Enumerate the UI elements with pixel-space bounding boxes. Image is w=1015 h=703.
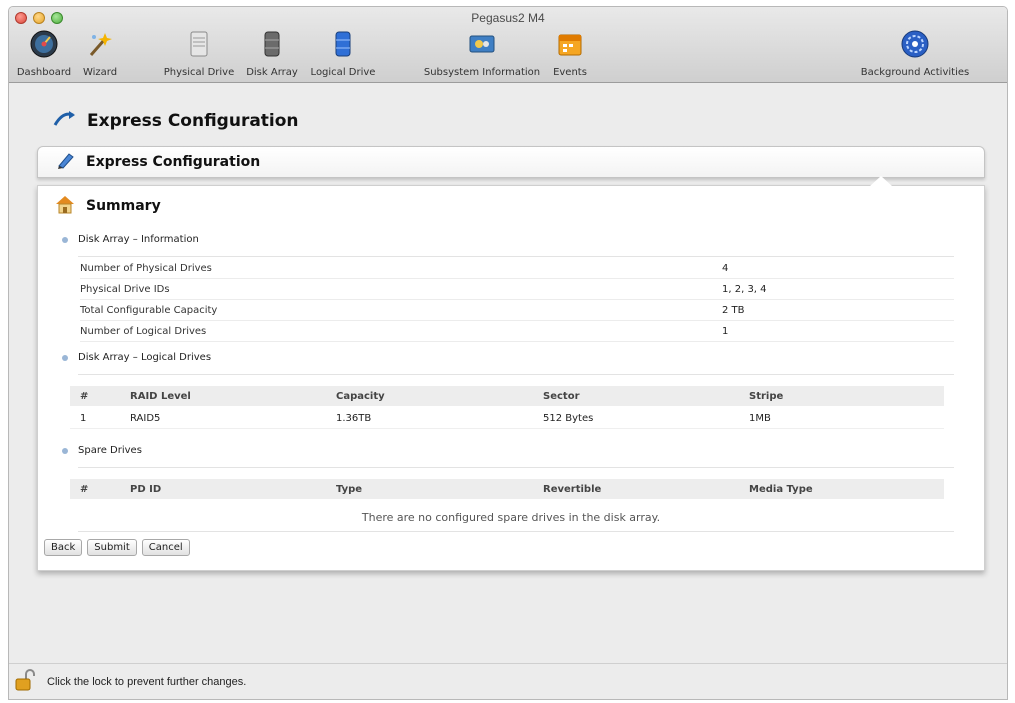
- spare-drives-empty-message: There are no configured spare drives in …: [361, 511, 661, 524]
- status-bar: Click the lock to prevent further change…: [9, 663, 1007, 699]
- logical-drive-icon: [328, 29, 358, 59]
- info-row: Total Configurable Capacity 2 TB: [80, 301, 954, 321]
- divider: [78, 374, 954, 375]
- action-buttons: Back Submit Cancel: [44, 539, 190, 556]
- toolbar-events-label: Events: [553, 67, 587, 78]
- summary-house-icon: [54, 194, 76, 218]
- toolbar-background-activities[interactable]: Background Activities: [855, 29, 975, 78]
- express-config-icon: [53, 109, 77, 133]
- divider: [78, 467, 954, 468]
- summary-panel: Summary Disk Array – Information Number …: [37, 176, 985, 571]
- info-row: Number of Physical Drives 4: [80, 259, 954, 279]
- toolbar-wizard[interactable]: Wizard: [77, 29, 123, 78]
- toolbar-logical-drive[interactable]: Logical Drive: [307, 29, 379, 78]
- page-title-text: Express Configuration: [87, 111, 299, 131]
- divider: [78, 531, 954, 532]
- toolbar-background-activities-label: Background Activities: [860, 67, 970, 78]
- toolbar: Pegasus2 M4 Dashboard Wizard Physical Dr…: [9, 7, 1007, 83]
- app-window: Pegasus2 M4 Dashboard Wizard Physical Dr…: [8, 6, 1008, 700]
- toolbar-subsystem-information-label: Subsystem Information: [423, 67, 541, 78]
- logical-drives-table-header: # RAID Level Capacity Sector Stripe: [70, 386, 944, 406]
- wizard-wand-icon: [85, 29, 115, 59]
- subsystem-info-icon: [467, 29, 497, 59]
- events-calendar-icon: [555, 29, 585, 59]
- toolbar-disk-array-label: Disk Array: [246, 67, 298, 78]
- submit-button[interactable]: Submit: [87, 539, 137, 556]
- main-content: Express Configuration Express Configurat…: [9, 84, 1007, 664]
- bullet-icon: [62, 447, 68, 454]
- bullet-icon: [62, 354, 68, 361]
- toolbar-dashboard-label: Dashboard: [16, 67, 72, 78]
- toolbar-wizard-label: Wizard: [82, 67, 118, 78]
- toolbar-subsystem-information[interactable]: Subsystem Information: [419, 29, 545, 78]
- section-header: Express Configuration: [37, 146, 985, 178]
- logical-drives-heading: Disk Array – Logical Drives: [62, 352, 211, 363]
- info-row: Physical Drive IDs 1, 2, 3, 4: [80, 280, 954, 300]
- window-title: Pegasus2 M4: [471, 11, 545, 25]
- toolbar-events[interactable]: Events: [545, 29, 595, 78]
- back-button[interactable]: Back: [44, 539, 83, 556]
- disk-array-icon: [257, 29, 287, 59]
- toolbar-physical-drive[interactable]: Physical Drive: [161, 29, 237, 78]
- page-title: Express Configuration: [53, 109, 299, 133]
- section-title: Express Configuration: [86, 154, 261, 170]
- table-row: 1 RAID5 1.36TB 512 Bytes 1MB: [70, 409, 944, 429]
- toolbar-logical-drive-label: Logical Drive: [310, 67, 376, 78]
- dashboard-gauge-icon: [29, 29, 59, 59]
- toolbar-disk-array[interactable]: Disk Array: [241, 29, 303, 78]
- spare-drives-table-header: # PD ID Type Revertible Media Type: [70, 479, 944, 499]
- info-row: Number of Logical Drives 1: [80, 322, 954, 342]
- disk-array-info-heading: Disk Array – Information: [62, 234, 199, 245]
- cancel-button[interactable]: Cancel: [141, 539, 190, 556]
- toolbar-physical-drive-label: Physical Drive: [163, 67, 235, 78]
- pencil-icon: [56, 151, 76, 173]
- lock-status-text: Click the lock to prevent further change…: [47, 675, 247, 688]
- lock-icon[interactable]: [15, 668, 35, 696]
- divider: [78, 256, 954, 257]
- toolbar-dashboard[interactable]: Dashboard: [13, 29, 75, 78]
- summary-header: Summary: [54, 194, 161, 218]
- spare-drives-heading: Spare Drives: [62, 445, 142, 456]
- bullet-icon: [62, 236, 68, 243]
- physical-drive-icon: [184, 29, 214, 59]
- panel-notch: [870, 176, 892, 186]
- background-activities-icon: [900, 29, 930, 59]
- summary-title: Summary: [86, 198, 161, 214]
